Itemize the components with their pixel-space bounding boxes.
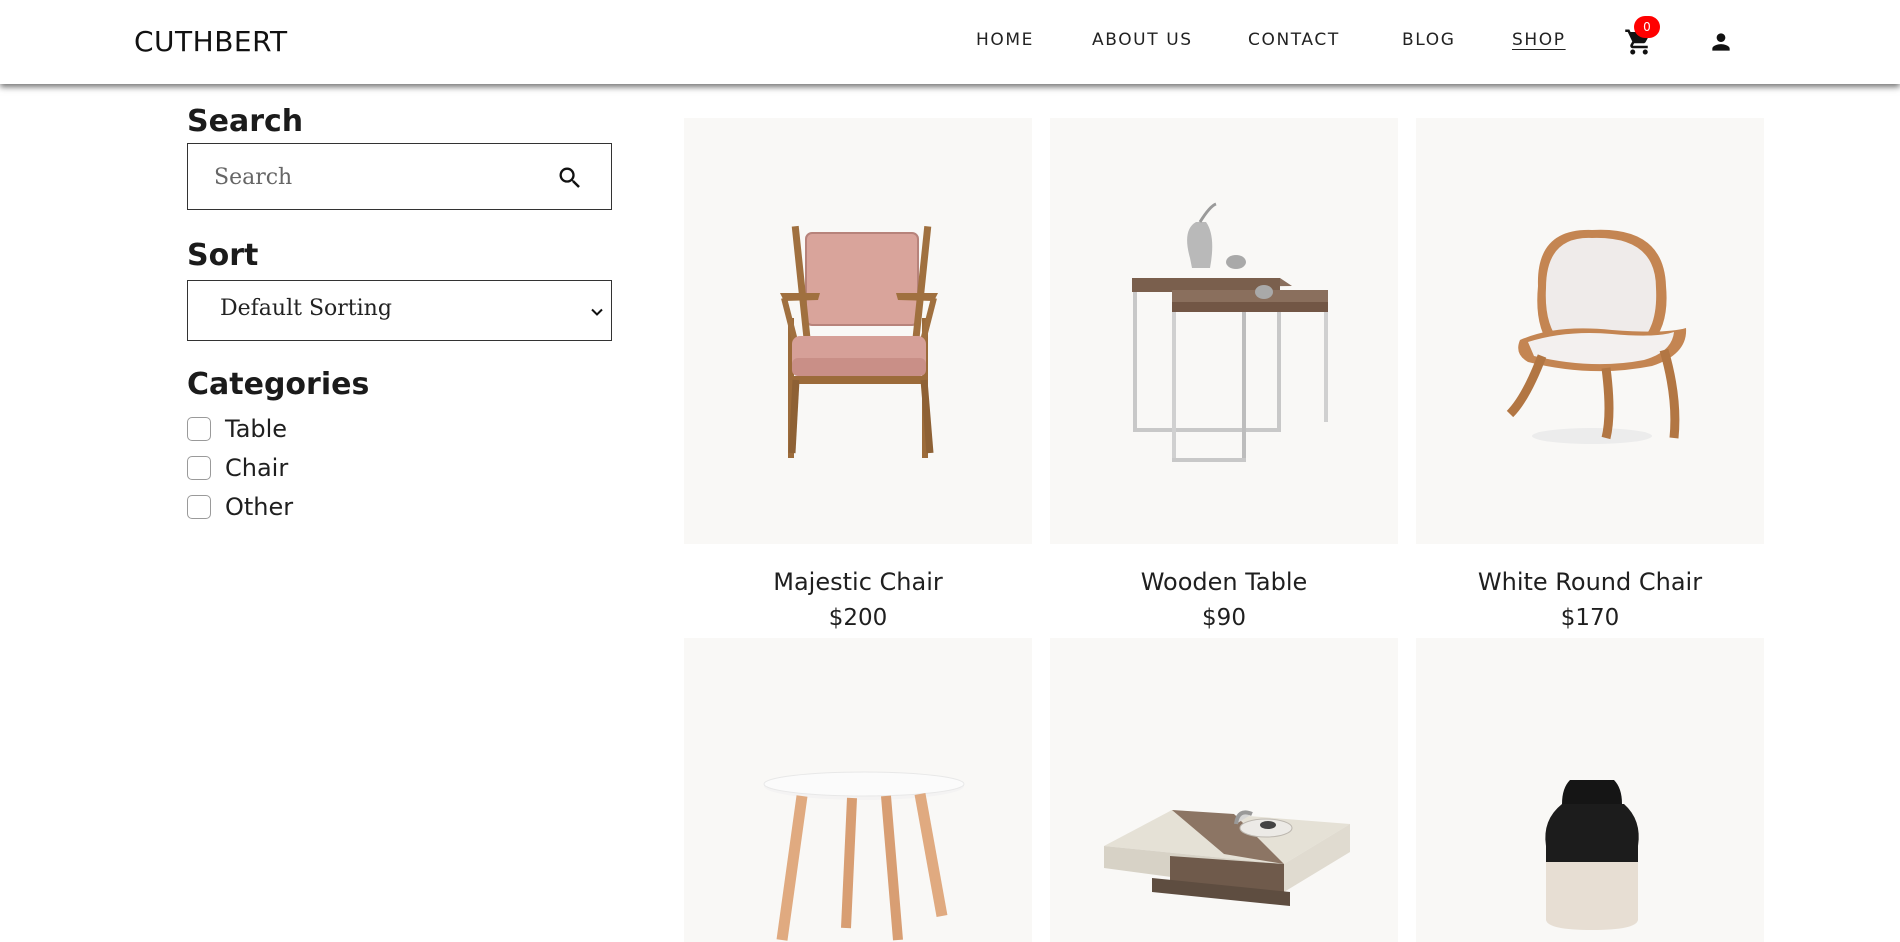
chevron-down-icon bbox=[590, 305, 604, 319]
category-label: Table bbox=[225, 415, 288, 443]
nav-link-home[interactable]: HOME bbox=[976, 30, 1034, 50]
product-card[interactable]: Majestic Chair $200 bbox=[684, 118, 1032, 638]
product-price: $170 bbox=[1560, 605, 1620, 631]
category-checkbox-table[interactable] bbox=[187, 417, 211, 441]
product-name[interactable]: White Round Chair bbox=[1416, 568, 1764, 596]
cart-count-badge: 0 bbox=[1634, 16, 1660, 38]
product-price: $200 bbox=[828, 605, 888, 631]
product-image-armchair[interactable] bbox=[684, 118, 1032, 544]
product-image-nesting-tables[interactable] bbox=[1050, 118, 1398, 544]
product-card[interactable] bbox=[684, 638, 1032, 942]
product-image-coffee-table[interactable] bbox=[1050, 638, 1398, 942]
category-label: Other bbox=[225, 493, 294, 521]
user-icon[interactable] bbox=[1708, 29, 1734, 55]
brand-logo[interactable]: CUTHBERT bbox=[134, 25, 288, 58]
sort-heading: Sort bbox=[187, 238, 259, 273]
product-image-round-table[interactable] bbox=[684, 638, 1032, 942]
search-heading: Search bbox=[187, 104, 304, 139]
category-checkbox-other[interactable] bbox=[187, 495, 211, 519]
product-name[interactable]: Wooden Table bbox=[1050, 568, 1398, 596]
product-card[interactable]: White Round Chair $170 bbox=[1416, 118, 1764, 638]
search-box bbox=[187, 143, 612, 210]
nav-link-contact[interactable]: CONTACT bbox=[1248, 30, 1340, 50]
product-price: $90 bbox=[1202, 605, 1246, 631]
sort-select[interactable]: Default Sorting bbox=[187, 280, 612, 341]
category-table[interactable]: Table bbox=[187, 415, 287, 443]
nav-link-about-us[interactable]: ABOUT US bbox=[1092, 30, 1193, 50]
product-card[interactable]: Wooden Table $90 bbox=[1050, 118, 1398, 638]
top-navbar: CUTHBERT HOME ABOUT US CONTACT BLOG SHOP… bbox=[0, 0, 1900, 84]
search-icon[interactable] bbox=[556, 164, 584, 192]
category-label: Chair bbox=[225, 454, 289, 482]
search-input[interactable] bbox=[214, 158, 514, 196]
nav-link-shop[interactable]: SHOP bbox=[1512, 30, 1566, 50]
product-name[interactable]: Majestic Chair bbox=[684, 568, 1032, 596]
category-other[interactable]: Other bbox=[187, 493, 293, 521]
product-image-vase[interactable] bbox=[1416, 638, 1764, 942]
product-card[interactable] bbox=[1416, 638, 1764, 942]
sort-selected-value: Default Sorting bbox=[220, 296, 392, 321]
nav-link-blog[interactable]: BLOG bbox=[1402, 30, 1455, 50]
category-chair[interactable]: Chair bbox=[187, 454, 288, 482]
categories-heading: Categories bbox=[187, 367, 370, 402]
product-image-shell-chair[interactable] bbox=[1416, 118, 1764, 544]
category-checkbox-chair[interactable] bbox=[187, 456, 211, 480]
product-card[interactable] bbox=[1050, 638, 1398, 942]
